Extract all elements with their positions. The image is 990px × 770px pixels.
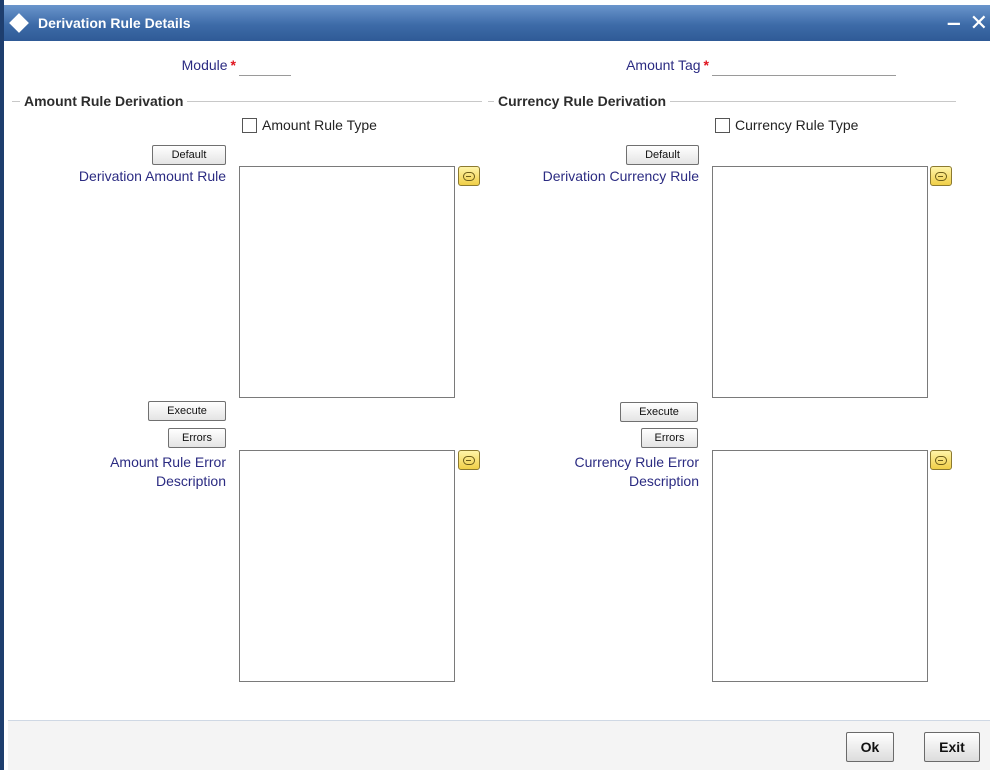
amount-rule-error-textarea[interactable] <box>239 450 455 682</box>
derivation-currency-rule-textarea[interactable] <box>712 166 928 398</box>
amount-default-button[interactable]: Default <box>152 145 226 165</box>
speech-bubble-icon[interactable] <box>930 166 952 186</box>
speech-bubble-glyph <box>935 455 947 465</box>
speech-bubble-glyph <box>935 171 947 181</box>
currency-default-button[interactable]: Default <box>626 145 699 165</box>
speech-bubble-icon[interactable] <box>458 450 480 470</box>
module-label-text: Module <box>181 57 228 73</box>
currency-rule-type-checkbox[interactable] <box>715 118 730 133</box>
amount-errors-button[interactable]: Errors <box>168 428 226 448</box>
currency-rule-error-label: Currency Rule Error Description <box>574 454 699 489</box>
footer-bar: Ok Exit <box>8 720 990 770</box>
speech-bubble-glyph <box>463 171 475 181</box>
amount-rule-type-label: Amount Rule Type <box>262 117 377 133</box>
close-icon[interactable]: ✕ <box>970 10 988 36</box>
amount-section-title: Amount Rule Derivation <box>20 93 188 109</box>
currency-errors-button[interactable]: Errors <box>641 428 698 448</box>
exit-button[interactable]: Exit <box>924 732 980 762</box>
amount-rule-error-label: Amount Rule Error Description <box>110 454 226 489</box>
currency-execute-button[interactable]: Execute <box>620 402 698 422</box>
amount-tag-label-text: Amount Tag <box>626 57 701 73</box>
module-label: Module * <box>124 57 236 73</box>
minimize-icon[interactable]: ‒ <box>948 10 960 36</box>
speech-bubble-icon[interactable] <box>458 166 480 186</box>
derivation-amount-rule-textarea[interactable] <box>239 166 455 398</box>
speech-bubble-glyph <box>463 455 475 465</box>
required-marker: * <box>230 57 236 73</box>
window-title: Derivation Rule Details <box>38 15 191 31</box>
ok-button[interactable]: Ok <box>846 732 894 762</box>
module-input[interactable] <box>239 75 291 76</box>
diamond-icon <box>9 13 29 33</box>
required-marker: * <box>703 57 709 73</box>
derivation-amount-rule-label: Derivation Amount Rule <box>78 168 226 184</box>
amount-tag-input[interactable] <box>712 75 896 76</box>
currency-section-title: Currency Rule Derivation <box>494 93 671 109</box>
amount-execute-button[interactable]: Execute <box>148 401 226 421</box>
speech-bubble-icon[interactable] <box>930 450 952 470</box>
title-bar[interactable]: Derivation Rule Details ‒ ✕ <box>4 5 990 41</box>
currency-rule-type-label: Currency Rule Type <box>735 117 859 133</box>
derivation-currency-rule-label: Derivation Currency Rule <box>542 168 699 184</box>
derivation-rule-window: Derivation Rule Details ‒ ✕ Module * Amou… <box>0 0 990 770</box>
amount-rule-type-checkbox[interactable] <box>242 118 257 133</box>
currency-rule-error-textarea[interactable] <box>712 450 928 682</box>
amount-tag-label: Amount Tag * <box>564 57 709 73</box>
